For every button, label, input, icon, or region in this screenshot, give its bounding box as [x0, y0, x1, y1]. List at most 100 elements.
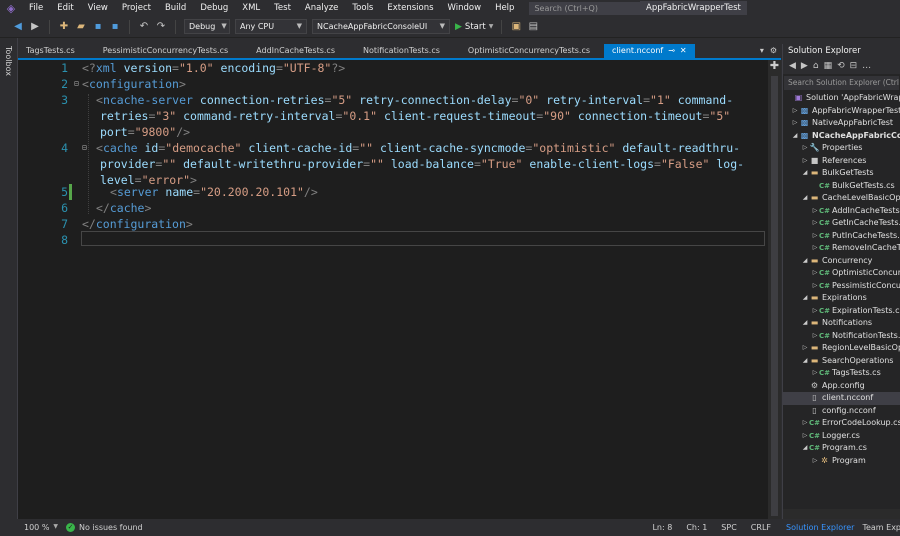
- editor-vertical-scrollbar[interactable]: ✚: [768, 60, 781, 519]
- code-editor[interactable]: 1 2 3 4 5 6 7 8 ⊟ ⊟ <?xml version="1.0" …: [18, 60, 768, 519]
- tab-solution-explorer[interactable]: Solution Explorer: [782, 519, 858, 536]
- fold-collapse-icon[interactable]: ⊟: [82, 140, 87, 156]
- tree-item[interactable]: ▷ 🔧 Properties: [801, 142, 863, 155]
- fold-collapse-icon[interactable]: ⊟: [74, 76, 79, 92]
- forward-nav-icon[interactable]: ▶: [29, 21, 41, 32]
- menu-debug[interactable]: Debug: [193, 0, 235, 16]
- chevron-right-icon: ▷: [812, 331, 818, 339]
- more-options-icon[interactable]: …: [862, 61, 871, 71]
- tab-team-explorer[interactable]: Team Explorer: [858, 519, 900, 536]
- configuration-select[interactable]: Debug ▼: [184, 19, 230, 34]
- tree-item[interactable]: ▷ C# TagsTests.cs: [811, 367, 881, 380]
- solution-explorer-search[interactable]: Search Solution Explorer (Ctrl+;): [784, 76, 899, 90]
- new-project-icon[interactable]: ✚: [58, 21, 70, 32]
- tree-item[interactable]: ▣Solution 'AppFabricWrapperTest': [785, 92, 900, 105]
- undo-icon[interactable]: ↶: [138, 21, 150, 32]
- tree-item[interactable]: ◢ C# Program.cs: [801, 442, 867, 455]
- whitespace-indicator[interactable]: SPC: [721, 523, 737, 532]
- scrollbar-thumb[interactable]: [771, 76, 778, 516]
- code-line-3: <ncache-server connection-retries="5" re…: [96, 93, 734, 107]
- tree-item[interactable]: ▷C#GetInCacheTests.cs: [811, 217, 900, 230]
- hot-reload-icon[interactable]: ▣: [510, 21, 522, 32]
- startup-project-select[interactable]: NCacheAppFabricConsoleUI ▼: [312, 19, 450, 34]
- standard-toolbar: ◀ ▶ ✚ ▰ ▪ ▪ ↶ ↷ Debug ▼ Any CPU ▼ NCacheAp…: [0, 16, 900, 38]
- sync-icon[interactable]: ⟲: [837, 61, 845, 71]
- toolbar-options-icon[interactable]: ▤: [527, 21, 539, 32]
- redo-icon[interactable]: ↷: [155, 21, 167, 32]
- menu-view[interactable]: View: [81, 0, 115, 16]
- tab-tagstests[interactable]: TagsTests.cs: [18, 44, 83, 58]
- start-button[interactable]: ▶ Start ▼: [455, 22, 493, 32]
- tree-item[interactable]: ▷ C# Logger.cs: [801, 430, 860, 443]
- code-line-6: </cache>: [96, 201, 152, 215]
- menu-project[interactable]: Project: [115, 0, 158, 16]
- issues-indicator[interactable]: ✓ No issues found: [66, 523, 143, 532]
- back-nav-icon[interactable]: ◀: [12, 21, 24, 32]
- zoom-select[interactable]: 100 % ▼: [18, 523, 66, 532]
- save-all-icon[interactable]: ▪: [109, 21, 121, 32]
- solution-explorer-horizontal-scrollbar[interactable]: [783, 509, 900, 519]
- tree-item[interactable]: ▷ C# ExpirationTests.cs: [811, 305, 900, 318]
- tree-item[interactable]: ▯ config.ncconf: [801, 405, 875, 418]
- menu-analyze[interactable]: Analyze: [298, 0, 346, 16]
- tree-item[interactable]: ◢ ▬ Expirations: [801, 292, 867, 305]
- home-icon[interactable]: ⌂: [813, 61, 819, 71]
- toolbar-separator: [129, 19, 130, 34]
- tree-item[interactable]: ◢▩NCacheAppFabricConsoleUI: [791, 130, 900, 143]
- platform-select[interactable]: Any CPU ▼: [235, 19, 307, 34]
- tree-item[interactable]: ▷C#PessimisticConcurrencyTests.cs: [811, 280, 900, 293]
- tab-add-in-cache-tests[interactable]: AddInCacheTests.cs: [248, 44, 343, 58]
- menu-window[interactable]: Window: [441, 0, 489, 16]
- forward-icon[interactable]: ▶: [801, 61, 808, 71]
- save-icon[interactable]: ▪: [92, 21, 104, 32]
- line-ending-indicator[interactable]: CRLF: [751, 523, 771, 532]
- close-icon[interactable]: ✕: [680, 44, 687, 58]
- code-line-3-wrap: port="9800"/>: [100, 125, 191, 139]
- pin-icon[interactable]: ⊸: [668, 44, 675, 58]
- tree-item[interactable]: ▷ ▩ NativeAppFabricTest: [791, 117, 893, 130]
- tab-notification-tests[interactable]: NotificationTests.cs: [355, 44, 448, 58]
- tree-item[interactable]: ▷ C# ErrorCodeLookup.cs: [801, 417, 900, 430]
- tree-item[interactable]: ◢ ▬ BulkGetTests: [801, 167, 874, 180]
- menu-help[interactable]: Help: [488, 0, 521, 16]
- toolbox-tab[interactable]: Toolbox: [4, 46, 13, 76]
- collapse-all-icon[interactable]: ⊟: [850, 61, 858, 71]
- tab-list-dropdown-icon[interactable]: ▾: [760, 44, 764, 58]
- tree-item-selected[interactable]: ▯ client.ncconf: [783, 392, 900, 405]
- tree-item[interactable]: ▷C#PutInCacheTests.cs: [811, 230, 900, 243]
- tree-item[interactable]: ◢ ▬ SearchOperations: [801, 355, 894, 368]
- tab-client-ncconf-label: client.ncconf: [612, 46, 664, 55]
- play-icon: ▶: [455, 21, 462, 32]
- tree-item[interactable]: ◢ ▬ Concurrency: [801, 255, 873, 268]
- tree-item[interactable]: ▷C#RemoveInCacheTests.cs: [811, 242, 900, 255]
- split-window-icon[interactable]: ✚: [768, 60, 781, 72]
- menu-edit[interactable]: Edit: [50, 0, 80, 16]
- tree-item[interactable]: ▷▬RegionLevelBasicOperations: [801, 342, 900, 355]
- tab-pessimistic-concurrency-tests[interactable]: PessimisticConcurrencyTests.cs: [95, 44, 236, 58]
- open-folder-icon[interactable]: ▰: [75, 21, 87, 32]
- tree-item[interactable]: ▷ ▩ AppFabricWrapperTest: [791, 105, 900, 118]
- switch-views-icon[interactable]: ▦: [824, 61, 833, 71]
- menu-build[interactable]: Build: [158, 0, 193, 16]
- menu-test[interactable]: Test: [267, 0, 298, 16]
- menu-extensions[interactable]: Extensions: [380, 0, 440, 16]
- tree-item[interactable]: ⚙ App.config: [801, 380, 865, 393]
- menu-file[interactable]: File: [22, 0, 50, 16]
- menu-xml[interactable]: XML: [235, 0, 267, 16]
- toolbar-separator: [49, 19, 50, 34]
- tree-item[interactable]: ◢▬CacheLevelBasicOperations: [801, 192, 900, 205]
- solution-explorer-title: Solution Explorer: [783, 44, 900, 58]
- tab-client-ncconf[interactable]: client.ncconf ⊸ ✕: [604, 44, 695, 58]
- chevron-down-icon: ◢: [802, 194, 808, 201]
- tree-item[interactable]: ▷ ■ References: [801, 155, 867, 168]
- tab-optimistic-concurrency-tests[interactable]: OptimisticConcurrencyTests.cs: [460, 44, 598, 58]
- tree-item[interactable]: C# BulkGetTests.cs: [811, 180, 895, 193]
- tree-item[interactable]: ▷C#OptimisticConcurrencyTests.cs: [811, 267, 900, 280]
- tree-item[interactable]: ▷ ✲ Program: [811, 455, 866, 468]
- tree-item[interactable]: ▷C#NotificationTests.cs: [811, 330, 900, 343]
- back-icon[interactable]: ◀: [789, 61, 796, 71]
- gear-icon[interactable]: ⚙: [770, 44, 777, 58]
- menu-tools[interactable]: Tools: [345, 0, 380, 16]
- tree-item[interactable]: ◢ ▬ Notifications: [801, 317, 872, 330]
- tree-item[interactable]: ▷C#AddInCacheTests.cs: [811, 205, 900, 218]
